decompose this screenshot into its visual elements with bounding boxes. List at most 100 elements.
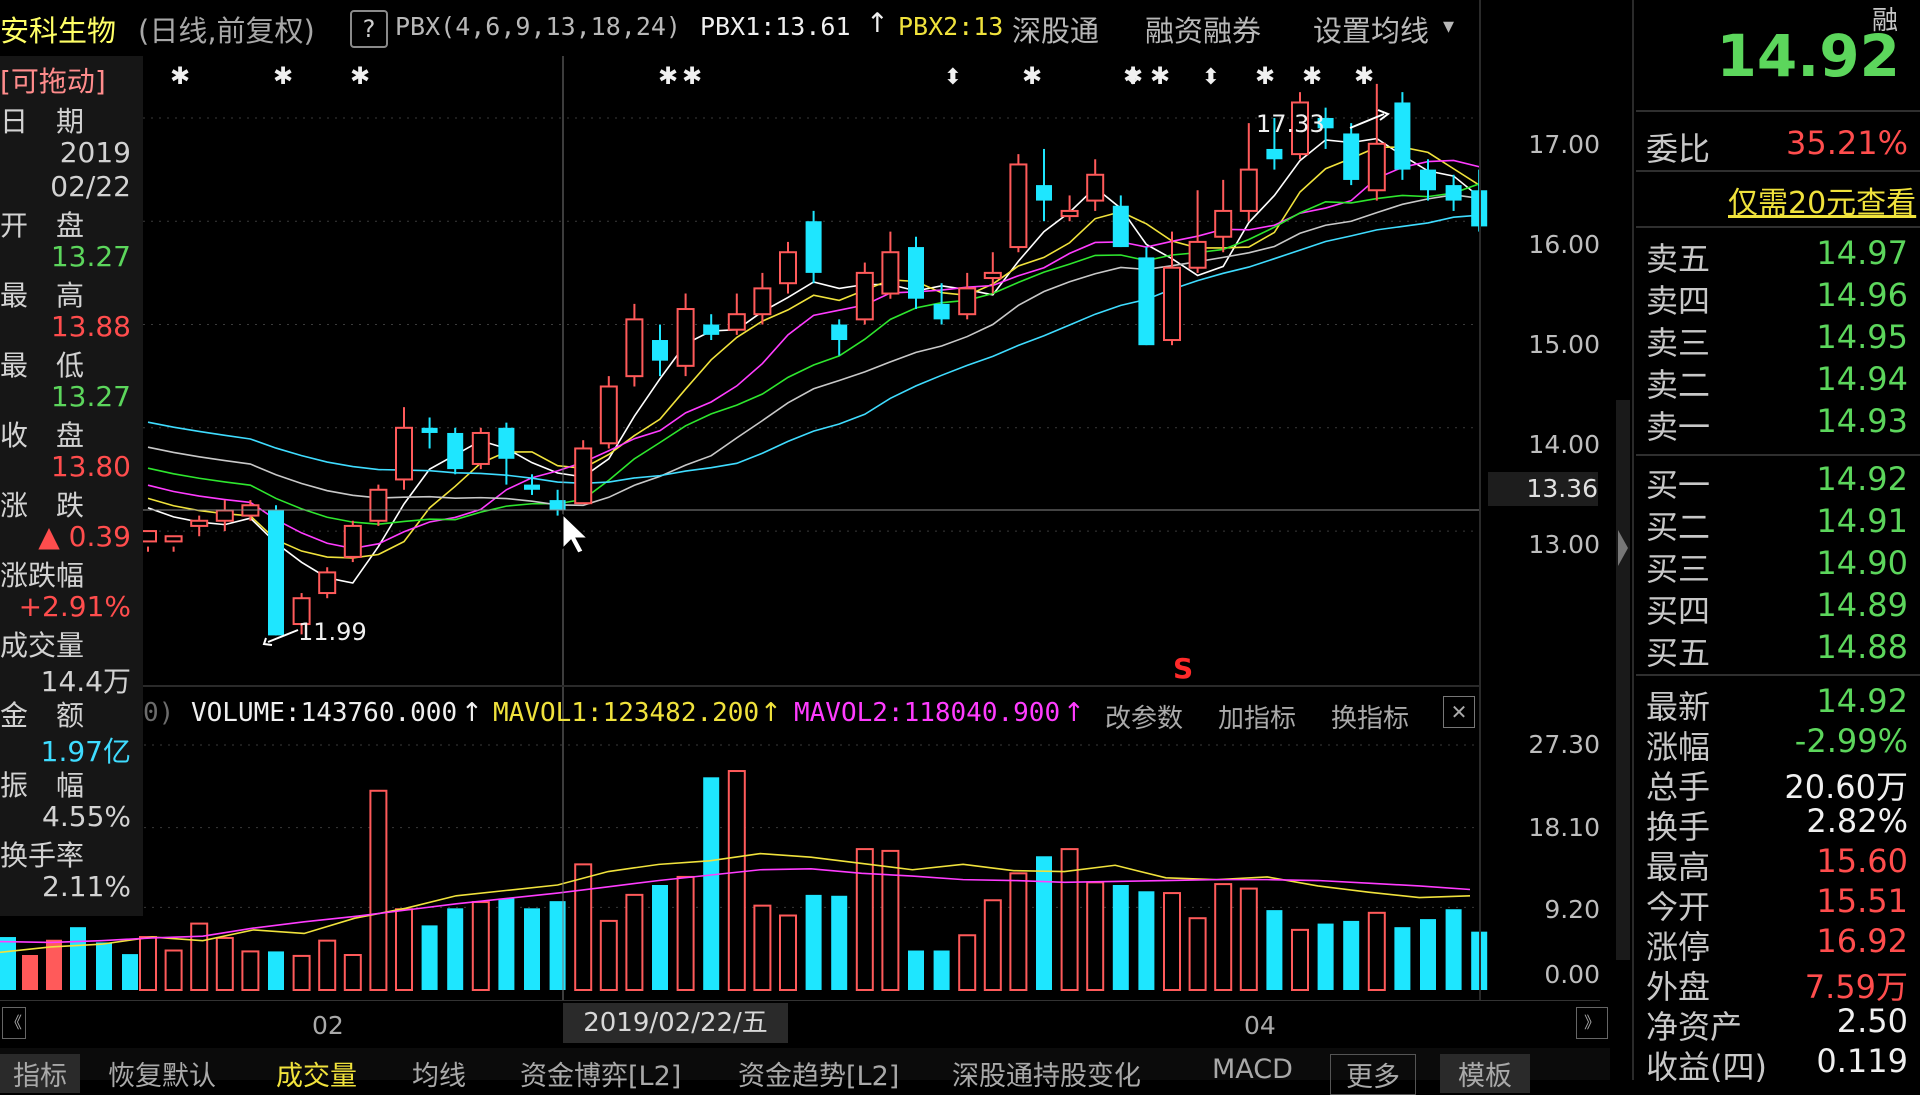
volume-bar [268, 951, 284, 990]
change-label: 涨 跌 [0, 489, 85, 522]
stat-value: -2.99% [1794, 722, 1908, 760]
turnover-label: 换手率 [0, 839, 85, 872]
candle-body [779, 251, 797, 285]
buy-level-label: 买四 [1646, 592, 1711, 630]
tab-sgt-holding[interactable]: 深股通持股变化 [952, 1054, 1141, 1093]
volume-bar [1138, 891, 1155, 990]
pct-label: 涨跌幅 [0, 559, 85, 592]
volume-bar [958, 934, 977, 991]
low-annotation: 11.99 [298, 618, 367, 646]
info-panel[interactable]: [可拖动] 日 期 2019 02/22 开 盘 13.27 最 高 13.88… [0, 56, 143, 916]
last-price: 14.92 [1716, 22, 1900, 90]
tab-indicator[interactable]: 指标 [0, 1054, 80, 1093]
up-arrow-icon: ↑ [760, 698, 782, 728]
candle-body [599, 385, 618, 445]
volume-bar [421, 925, 438, 990]
volume-bar [96, 942, 112, 990]
event-star-icon: ✱ [1302, 62, 1322, 90]
volume-bar [703, 777, 720, 990]
scroll-right-icon[interactable]: 》 [1576, 1007, 1608, 1039]
volume-bar [241, 950, 260, 992]
volume-tick: 9.20 [1544, 895, 1600, 924]
volume-bar [1343, 920, 1360, 990]
volume-bar [831, 895, 848, 990]
event-arrow-icon: ⬍ [1202, 65, 1220, 90]
weibi-label: 委比 [1646, 130, 1711, 168]
event-star-icon: ✱ [273, 62, 293, 90]
tab-restore-default[interactable]: 恢复默认 [108, 1054, 216, 1093]
switch-indicator-button[interactable]: 换指标 [1331, 698, 1409, 735]
tab-ma[interactable]: 均线 [412, 1054, 466, 1093]
event-star-icon: ✱ [350, 62, 370, 90]
stat-value: 15.60 [1816, 842, 1908, 880]
volume-bar [164, 949, 183, 991]
candle-body [831, 324, 848, 341]
candle-body [933, 303, 950, 320]
volume-bar [0, 937, 16, 990]
candle-body [625, 318, 644, 378]
add-indicator-button[interactable]: 加指标 [1218, 698, 1296, 735]
volume-bar [292, 954, 311, 992]
amplitude-label: 振 幅 [0, 769, 85, 802]
kline-chart[interactable]: ✱ ✱ ✱ ✱ ✱ ✱ ✱ ✱ ✱ ✱ ✱⬍ ⬍ ⬍ [0, 0, 1620, 1000]
volume-bar [1266, 910, 1283, 990]
volume-tick: 27.30 [1528, 730, 1600, 759]
low-label: 最 低 [0, 349, 85, 382]
close-icon[interactable]: ✕ [1443, 696, 1475, 728]
volume-bar [805, 894, 822, 990]
candle-body [1343, 133, 1360, 180]
date-label: 日 期 [0, 105, 85, 138]
buy-level-value: 14.92 [1816, 460, 1908, 498]
volume-bar [190, 922, 209, 991]
volume-bar [1445, 909, 1462, 990]
candle-body [1009, 163, 1028, 249]
volume-bar [599, 919, 618, 992]
scroll-left-icon[interactable]: 《 [2, 1007, 26, 1039]
candle-body [498, 427, 515, 459]
event-star-icon: ✱ [1150, 62, 1170, 90]
candle-body [1367, 142, 1386, 192]
promo-link[interactable]: 仅需20元查看 [1728, 178, 1916, 222]
turnover-value: 2.11% [42, 870, 131, 903]
moving-average-lines [147, 137, 1480, 584]
volume-bar [395, 908, 413, 992]
ma-line [147, 146, 1480, 559]
volume-bar [1188, 917, 1207, 992]
candle-body [1266, 148, 1283, 160]
candle-body [727, 313, 746, 331]
candle-body [190, 519, 209, 527]
up-arrow-icon: ↑ [1063, 698, 1085, 728]
sell-level-label: 卖三 [1646, 324, 1711, 362]
candle-body [471, 431, 490, 465]
tab-capital-trend[interactable]: 资金趋势[L2] [738, 1054, 899, 1093]
open-label: 开 盘 [0, 209, 85, 242]
tab-template[interactable]: 模板 [1440, 1054, 1530, 1093]
buy-level-value: 14.91 [1816, 502, 1908, 540]
event-star-icon: ✱ [1354, 62, 1374, 90]
event-arrow-icon: ⬍ [944, 65, 962, 90]
candle-body [1138, 257, 1155, 346]
candle-body [958, 287, 977, 316]
draggable-label[interactable]: [可拖动] [0, 60, 143, 100]
panel-splitter[interactable] [1616, 400, 1630, 960]
sell-level-value: 14.94 [1816, 360, 1908, 398]
sell-level-label: 卖一 [1646, 408, 1711, 446]
tab-macd[interactable]: MACD [1212, 1054, 1293, 1085]
tab-capital-game[interactable]: 资金博弈[L2] [520, 1054, 681, 1093]
price-grid [143, 117, 1480, 532]
amplitude-value: 4.55% [42, 800, 131, 833]
crosshair-date-label: 2019/02/22/五 [563, 1003, 788, 1043]
expand-panel-icon[interactable] [1618, 530, 1628, 566]
sell-level-value: 14.97 [1816, 234, 1908, 272]
edit-params-button[interactable]: 改参数 [1105, 698, 1183, 735]
volume-bar [471, 901, 490, 991]
tab-more[interactable]: 更多 [1330, 1054, 1416, 1095]
candle-body [318, 571, 337, 595]
volume-bar [855, 848, 874, 991]
volume-bar [369, 789, 388, 991]
event-star-icon: ✱ [1255, 62, 1275, 90]
tab-volume[interactable]: 成交量 [276, 1054, 357, 1093]
candle-body [1112, 205, 1129, 248]
stat-value: 16.92 [1816, 922, 1908, 960]
volume-bar [933, 950, 950, 990]
